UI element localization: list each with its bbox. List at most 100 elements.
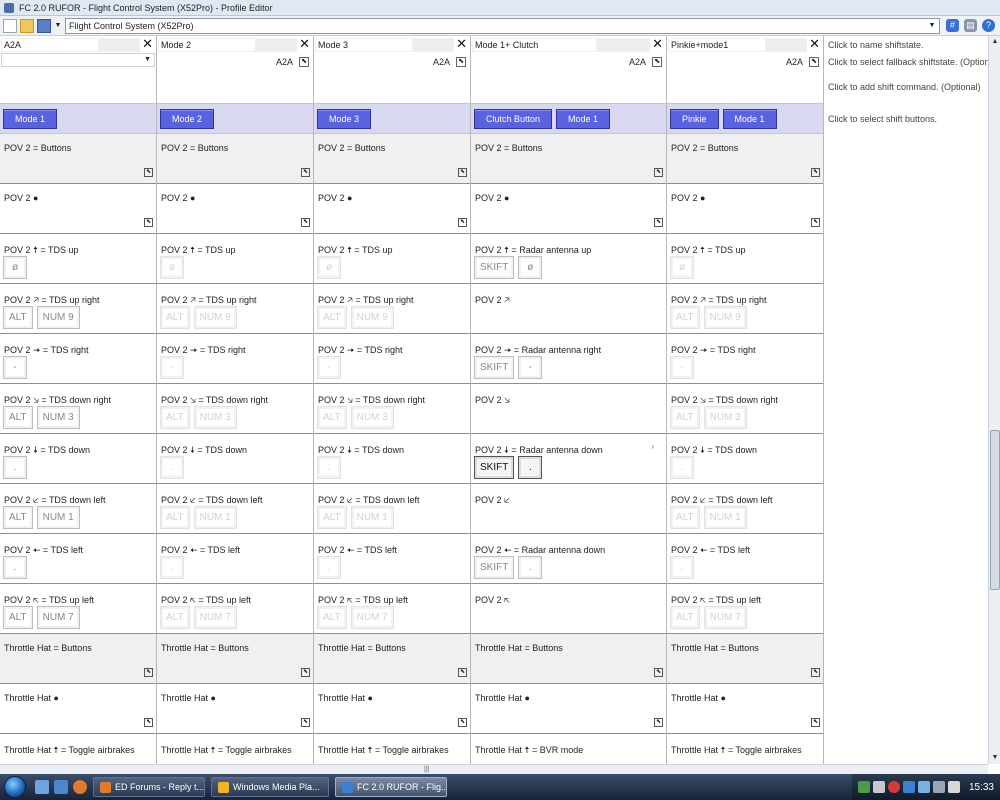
shiftstate-name-field[interactable]: A2A: [1, 38, 140, 52]
new-file-icon[interactable]: [3, 18, 17, 33]
command-cell[interactable]: POV 2 ● ⬉: [0, 184, 156, 234]
command-cell[interactable]: POV 2 🠅 = TDS up ø: [157, 234, 313, 284]
show-desktop-icon[interactable]: [35, 780, 49, 794]
key-button[interactable]: NUM 1: [350, 506, 394, 529]
key-button[interactable]: ALT: [3, 506, 33, 529]
key-button[interactable]: SKIFT: [474, 256, 515, 279]
command-cell[interactable]: POV 2 🠇 = TDS down.: [667, 434, 823, 484]
expand-icon[interactable]: ⬉: [809, 57, 819, 67]
taskbar-task-button[interactable]: ED Forums - Reply t...: [93, 777, 205, 797]
command-cell[interactable]: POV 2 🡥 = TDS up right ALT NUM 9: [667, 284, 823, 334]
key-button[interactable]: -: [518, 356, 543, 379]
key-button[interactable]: .: [160, 556, 184, 579]
command-cell[interactable]: Throttle Hat 🠅 = Toggle airbrakes: [667, 734, 823, 764]
command-cell[interactable]: POV 2 🠅 = TDS up ø: [0, 234, 156, 284]
key-button[interactable]: NUM 3: [350, 406, 394, 429]
command-cell[interactable]: POV 2 🠅 = TDS up ø: [667, 234, 823, 284]
command-cell[interactable]: POV 2 ● ⬉: [314, 184, 470, 234]
expand-icon[interactable]: ⬉: [811, 718, 820, 727]
command-cell[interactable]: POV 2 🡦: [471, 384, 666, 434]
firefox-icon[interactable]: [73, 780, 87, 794]
expand-icon[interactable]: ⬉: [301, 718, 310, 727]
shiftstate-name-field[interactable]: Mode 1+ Clutch: [472, 38, 650, 52]
command-cell[interactable]: POV 2 = Buttons ⬉: [314, 134, 470, 184]
expand-icon[interactable]: ⬉: [456, 57, 466, 67]
key-button[interactable]: ø: [3, 256, 27, 279]
key-button[interactable]: ALT: [670, 506, 700, 529]
scroll-grip-icon[interactable]: |||: [424, 766, 429, 773]
profile-select[interactable]: Flight Control System (X52Pro) ▼: [65, 17, 940, 34]
chevron-down-icon[interactable]: ▼: [927, 21, 937, 31]
key-button[interactable]: ø: [160, 256, 184, 279]
key-button[interactable]: .: [670, 456, 694, 479]
fallback-select[interactable]: ▼: [1, 53, 155, 67]
start-button[interactable]: [0, 774, 30, 800]
fallback-label[interactable]: A2A: [433, 57, 450, 67]
command-cell[interactable]: POV 2 🠆 = Radar antenna right SKIFT -: [471, 334, 666, 384]
command-cell[interactable]: POV 2 = Buttons ⬉: [667, 134, 823, 184]
command-cell[interactable]: POV 2 🠄 = TDS left.: [667, 534, 823, 584]
shiftstate-name-field[interactable]: Mode 3: [315, 38, 454, 52]
dropdown-icon[interactable]: ▼: [54, 19, 62, 33]
command-cell[interactable]: POV 2 🡥 = TDS up right ALT NUM 9: [0, 284, 156, 334]
key-button[interactable]: .: [3, 556, 27, 579]
shift-button[interactable]: Mode 1: [3, 108, 58, 129]
expand-icon[interactable]: ⬉: [811, 168, 820, 177]
shift-button[interactable]: Mode 3: [317, 108, 372, 129]
command-cell[interactable]: POV 2 🠄 = Radar antenna down SKIFT.: [471, 534, 666, 584]
command-cell[interactable]: Throttle Hat = Buttons ⬉: [157, 634, 313, 684]
key-button[interactable]: ALT: [3, 306, 33, 329]
expand-icon[interactable]: ⬉: [144, 718, 153, 727]
shift-button[interactable]: Mode 1: [556, 108, 611, 129]
save-icon[interactable]: [37, 18, 51, 33]
close-icon[interactable]: ✕: [299, 37, 310, 51]
command-cell[interactable]: POV 2 🡧 = TDS down left ALT NUM 1: [157, 484, 313, 534]
expand-icon[interactable]: ⬉: [654, 668, 663, 677]
expand-icon[interactable]: ⬉: [811, 218, 820, 227]
command-cell[interactable]: POV 2 🠅 = Radar antenna up SKIFT ø: [471, 234, 666, 284]
key-button[interactable]: NUM 3: [36, 406, 80, 429]
chevron-right-icon[interactable]: ›: [651, 442, 654, 451]
fallback-label[interactable]: A2A: [629, 57, 646, 67]
key-button[interactable]: NUM 7: [36, 606, 80, 629]
shift-button[interactable]: Mode 1: [722, 108, 777, 129]
command-cell[interactable]: POV 2 🠄 = TDS left.: [0, 534, 156, 584]
key-button[interactable]: ALT: [160, 406, 190, 429]
tray-app-icon[interactable]: [902, 781, 915, 793]
keyboard-icon[interactable]: #: [946, 19, 959, 32]
command-cell[interactable]: POV 2 🡦 = TDS down right ALT NUM 3: [314, 384, 470, 434]
key-button[interactable]: .: [670, 556, 694, 579]
command-cell[interactable]: POV 2 🡦 = TDS down right ALT NUM 3: [0, 384, 156, 434]
command-cell[interactable]: Throttle Hat 🠅 = Toggle airbrakes: [314, 734, 470, 764]
command-cell[interactable]: POV 2 🠆 = TDS right -: [157, 334, 313, 384]
command-cell[interactable]: Throttle Hat ● ⬉: [314, 684, 470, 734]
key-button[interactable]: ALT: [317, 306, 347, 329]
command-cell[interactable]: Throttle Hat ● ⬉: [0, 684, 156, 734]
close-icon[interactable]: ✕: [456, 37, 467, 51]
info-name[interactable]: Click to name shiftstate.: [828, 40, 924, 50]
command-cell[interactable]: Throttle Hat 🠅 = Toggle airbrakes: [0, 734, 156, 764]
command-cell[interactable]: POV 2 = Buttons ⬉: [0, 134, 156, 184]
command-cell[interactable]: POV 2 🡦 = TDS down right ALT NUM 3: [157, 384, 313, 434]
info-buttons[interactable]: Click to select shift buttons.: [828, 114, 937, 124]
command-cell[interactable]: POV 2 ● ⬉: [157, 184, 313, 234]
tray-app-icon[interactable]: [857, 781, 870, 793]
key-button[interactable]: ALT: [160, 306, 190, 329]
key-button[interactable]: ALT: [670, 306, 700, 329]
command-cell[interactable]: POV 2 = Buttons ⬉: [157, 134, 313, 184]
command-cell[interactable]: POV 2 ● ⬉: [667, 184, 823, 234]
key-button[interactable]: NUM 3: [193, 406, 237, 429]
shift-button[interactable]: Clutch Button: [474, 108, 553, 129]
key-button[interactable]: NUM 1: [36, 506, 80, 529]
key-button[interactable]: NUM 1: [193, 506, 237, 529]
expand-icon[interactable]: ⬉: [458, 218, 467, 227]
open-folder-icon[interactable]: [20, 18, 34, 33]
key-button[interactable]: ALT: [670, 406, 700, 429]
command-cell[interactable]: POV 2 🡥: [471, 284, 666, 334]
key-button[interactable]: .: [518, 556, 543, 579]
expand-icon[interactable]: ⬉: [811, 668, 820, 677]
tray-app-icon[interactable]: [872, 781, 885, 793]
expand-icon[interactable]: ⬉: [144, 668, 153, 677]
key-button[interactable]: NUM 7: [350, 606, 394, 629]
key-button[interactable]: ALT: [317, 606, 347, 629]
